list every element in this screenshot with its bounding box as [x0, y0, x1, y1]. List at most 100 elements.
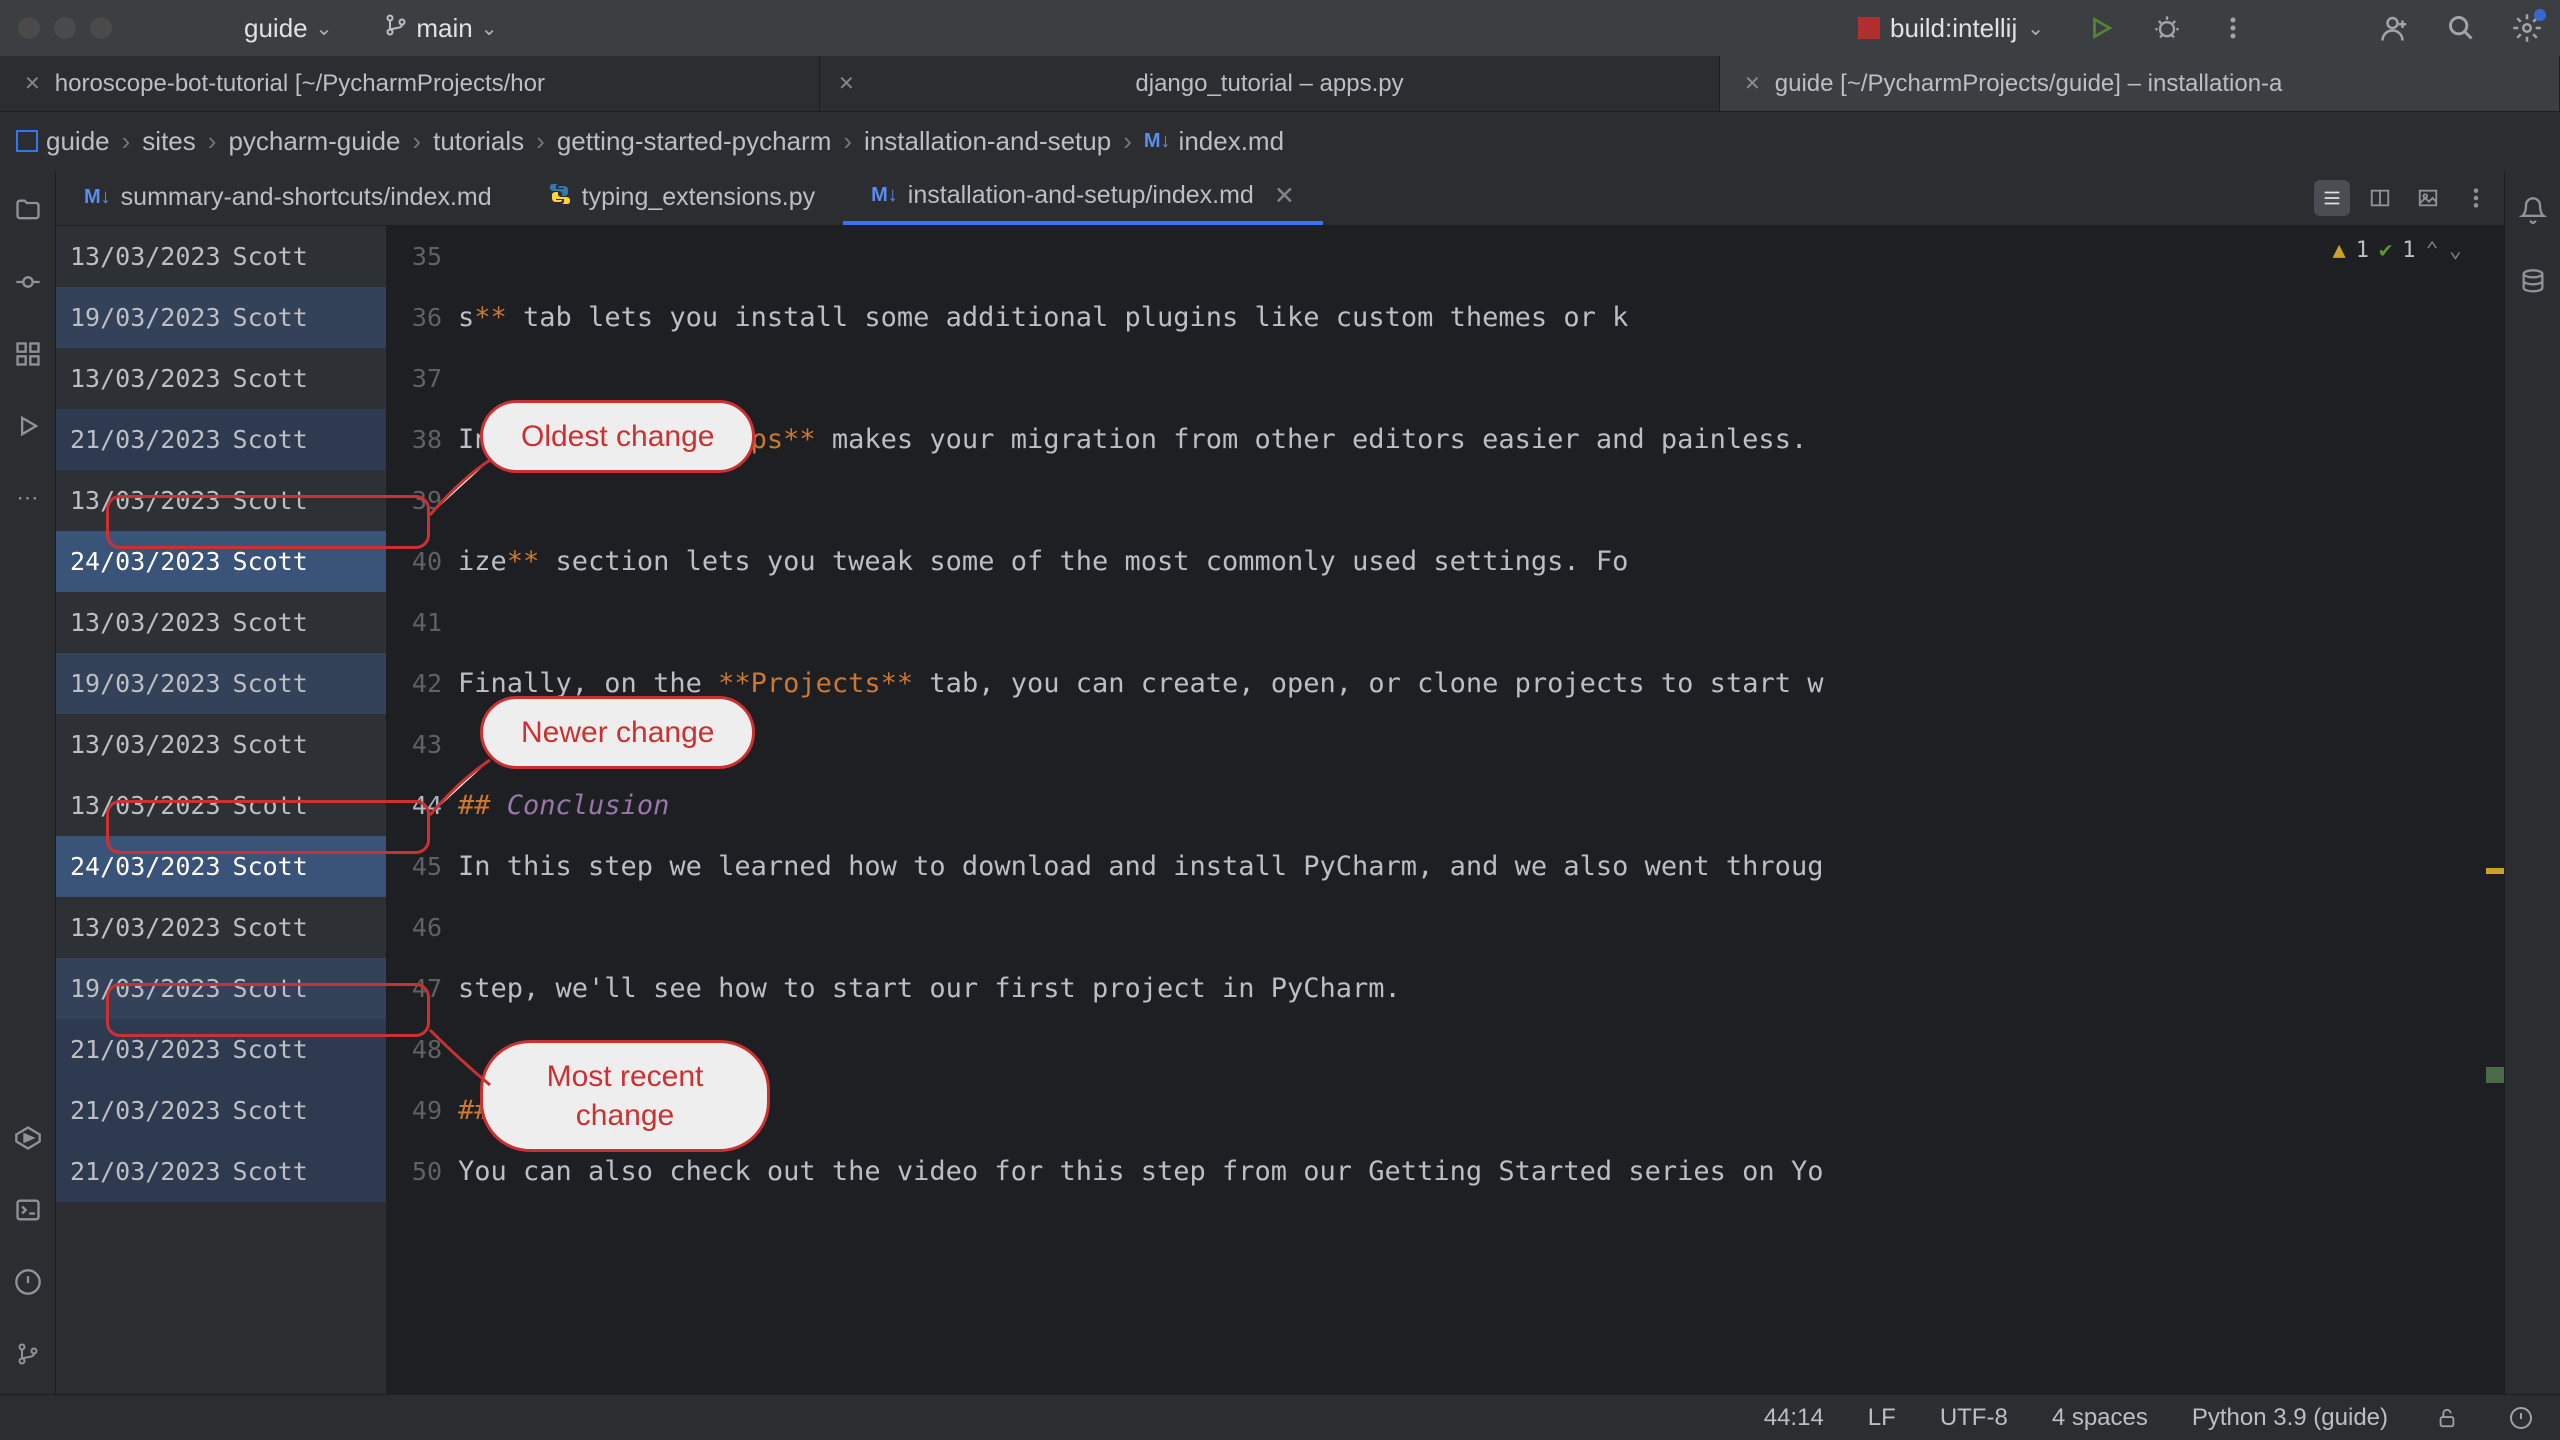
run-tool-icon[interactable] — [12, 1122, 44, 1154]
blame-row[interactable]: 19/03/2023 Scott — [56, 958, 386, 1019]
indent-setting[interactable]: 4 spaces — [2052, 1404, 2148, 1432]
window-tab[interactable]: ✕ horoscope-bot-tutorial [~/PycharmProje… — [0, 56, 820, 111]
line-number[interactable]: 49 — [386, 1080, 458, 1141]
breadcrumb-item[interactable]: guide — [16, 126, 110, 157]
vertical-scrollbar[interactable] — [2486, 226, 2504, 1394]
problems-icon[interactable] — [2506, 1403, 2536, 1433]
services-tool-icon[interactable] — [12, 410, 44, 442]
cursor-position[interactable]: 44:14 — [1764, 1404, 1824, 1432]
settings-icon[interactable] — [2512, 13, 2542, 43]
code-line[interactable]: step, we'll see how to start our first p… — [458, 958, 2456, 1019]
commit-tool-icon[interactable] — [12, 266, 44, 298]
line-number[interactable]: 41 — [386, 592, 458, 653]
blame-row[interactable]: 24/03/2023 Scott — [56, 836, 386, 897]
breadcrumb-item[interactable]: installation-and-setup — [864, 126, 1111, 157]
code-with-me-icon[interactable] — [2380, 13, 2410, 43]
blame-row[interactable]: 13/03/2023 Scott — [56, 897, 386, 958]
blame-row[interactable]: 13/03/2023 Scott — [56, 714, 386, 775]
breadcrumb-item[interactable]: tutorials — [433, 126, 524, 157]
line-number[interactable]: 38 — [386, 409, 458, 470]
code-line[interactable]: s** tab lets you install some additional… — [458, 287, 2456, 348]
close-icon[interactable]: ✕ — [838, 71, 855, 96]
blame-row[interactable]: 24/03/2023 Scott — [56, 531, 386, 592]
vcs-tool-icon[interactable] — [12, 1338, 44, 1370]
blame-row[interactable]: 19/03/2023 Scott — [56, 287, 386, 348]
line-number-gutter[interactable]: 35363738394041424344454647484950 — [386, 226, 458, 1394]
close-window[interactable] — [18, 17, 40, 39]
blame-row[interactable]: 21/03/2023 Scott — [56, 1141, 386, 1202]
breadcrumb-item[interactable]: sites — [142, 126, 195, 157]
git-blame-column[interactable]: 13/03/2023 Scott19/03/2023 Scott13/03/20… — [56, 226, 386, 1394]
blame-row[interactable]: 21/03/2023 Scott — [56, 1080, 386, 1141]
terminal-tool-icon[interactable] — [12, 1194, 44, 1226]
line-number[interactable]: 35 — [386, 226, 458, 287]
file-encoding[interactable]: UTF-8 — [1940, 1404, 2008, 1432]
breadcrumb-item[interactable]: getting-started-pycharm — [557, 126, 832, 157]
database-tool-icon[interactable] — [2517, 266, 2549, 298]
editor-tab[interactable]: M↓ summary-and-shortcuts/index.md — [56, 170, 520, 225]
minimize-window[interactable] — [54, 17, 76, 39]
close-icon[interactable]: ✕ — [1744, 71, 1761, 96]
project-tool-icon[interactable] — [12, 194, 44, 226]
window-tab-active[interactable]: ✕ guide [~/PycharmProjects/guide] – inst… — [1720, 56, 2560, 111]
interpreter[interactable]: Python 3.9 (guide) — [2192, 1404, 2388, 1432]
more-tool-icon[interactable]: ⋯ — [12, 482, 44, 514]
breadcrumb-item[interactable]: pycharm-guide — [228, 126, 400, 157]
blame-row[interactable]: 21/03/2023 Scott — [56, 409, 386, 470]
window-tab[interactable]: ✕ django_tutorial – apps.py — [820, 56, 1720, 111]
code-line[interactable] — [458, 348, 2456, 409]
zoom-window[interactable] — [90, 17, 112, 39]
line-number[interactable]: 39 — [386, 470, 458, 531]
code-content[interactable]: ▲1 ✔1 ⌃ ⌄ s** tab lets you install some … — [458, 226, 2486, 1394]
line-number[interactable]: 44 — [386, 775, 458, 836]
line-number[interactable]: 46 — [386, 897, 458, 958]
structure-tool-icon[interactable] — [12, 338, 44, 370]
code-line[interactable] — [458, 714, 2456, 775]
line-number[interactable]: 48 — [386, 1019, 458, 1080]
line-number[interactable]: 42 — [386, 653, 458, 714]
chevron-down-icon[interactable]: ⌄ — [2449, 238, 2462, 263]
line-number[interactable]: 43 — [386, 714, 458, 775]
editor-view-split-button[interactable] — [2362, 180, 2398, 216]
blame-row[interactable]: 13/03/2023 Scott — [56, 348, 386, 409]
code-line[interactable]: In this step we learned how to download … — [458, 836, 2456, 897]
code-line[interactable]: You can also check out the video for thi… — [458, 1141, 2456, 1202]
code-line[interactable]: Installing **Keymaps** makes your migrat… — [458, 409, 2456, 470]
editor-view-source-button[interactable] — [2314, 180, 2350, 216]
blame-row[interactable]: 21/03/2023 Scott — [56, 1019, 386, 1080]
chevron-up-icon[interactable]: ⌃ — [2426, 238, 2439, 263]
close-icon[interactable]: ✕ — [24, 71, 41, 96]
code-line[interactable] — [458, 592, 2456, 653]
editor-tab-active[interactable]: M↓ installation-and-setup/index.md ✕ — [843, 170, 1323, 225]
more-icon[interactable] — [2458, 180, 2494, 216]
editor-view-preview-button[interactable] — [2410, 180, 2446, 216]
search-icon[interactable] — [2446, 13, 2476, 43]
lock-icon[interactable] — [2432, 1403, 2462, 1433]
blame-row[interactable]: 13/03/2023 Scott — [56, 775, 386, 836]
breadcrumb-item[interactable]: M↓index.md — [1144, 126, 1284, 157]
line-number[interactable]: 50 — [386, 1141, 458, 1202]
branch-selector[interactable]: main ⌄ — [384, 13, 497, 44]
blame-row[interactable]: 13/03/2023 Scott — [56, 226, 386, 287]
editor-tab[interactable]: typing_extensions.py — [520, 170, 843, 225]
code-line[interactable]: ize** section lets you tweak some of the… — [458, 531, 2456, 592]
code-line[interactable] — [458, 897, 2456, 958]
line-number[interactable]: 45 — [386, 836, 458, 897]
debug-button[interactable] — [2152, 13, 2182, 43]
code-line[interactable]: Finally, on the **Projects** tab, you ca… — [458, 653, 2456, 714]
blame-row[interactable]: 13/03/2023 Scott — [56, 470, 386, 531]
inspections-widget[interactable]: ▲1 ✔1 ⌃ ⌄ — [2333, 238, 2463, 263]
code-line[interactable] — [458, 226, 2456, 287]
problems-tool-icon[interactable] — [12, 1266, 44, 1298]
notifications-icon[interactable] — [2517, 194, 2549, 226]
run-config-selector[interactable]: build:intellij ⌄ — [1858, 13, 2044, 44]
blame-row[interactable]: 19/03/2023 Scott — [56, 653, 386, 714]
code-line[interactable] — [458, 470, 2456, 531]
close-icon[interactable]: ✕ — [1274, 181, 1295, 211]
project-selector[interactable]: guide ⌄ — [244, 13, 332, 44]
more-icon[interactable] — [2218, 13, 2248, 43]
run-button[interactable] — [2086, 13, 2116, 43]
code-line[interactable]: ## Conclusion — [458, 775, 2456, 836]
line-number[interactable]: 47 — [386, 958, 458, 1019]
blame-row[interactable]: 13/03/2023 Scott — [56, 592, 386, 653]
